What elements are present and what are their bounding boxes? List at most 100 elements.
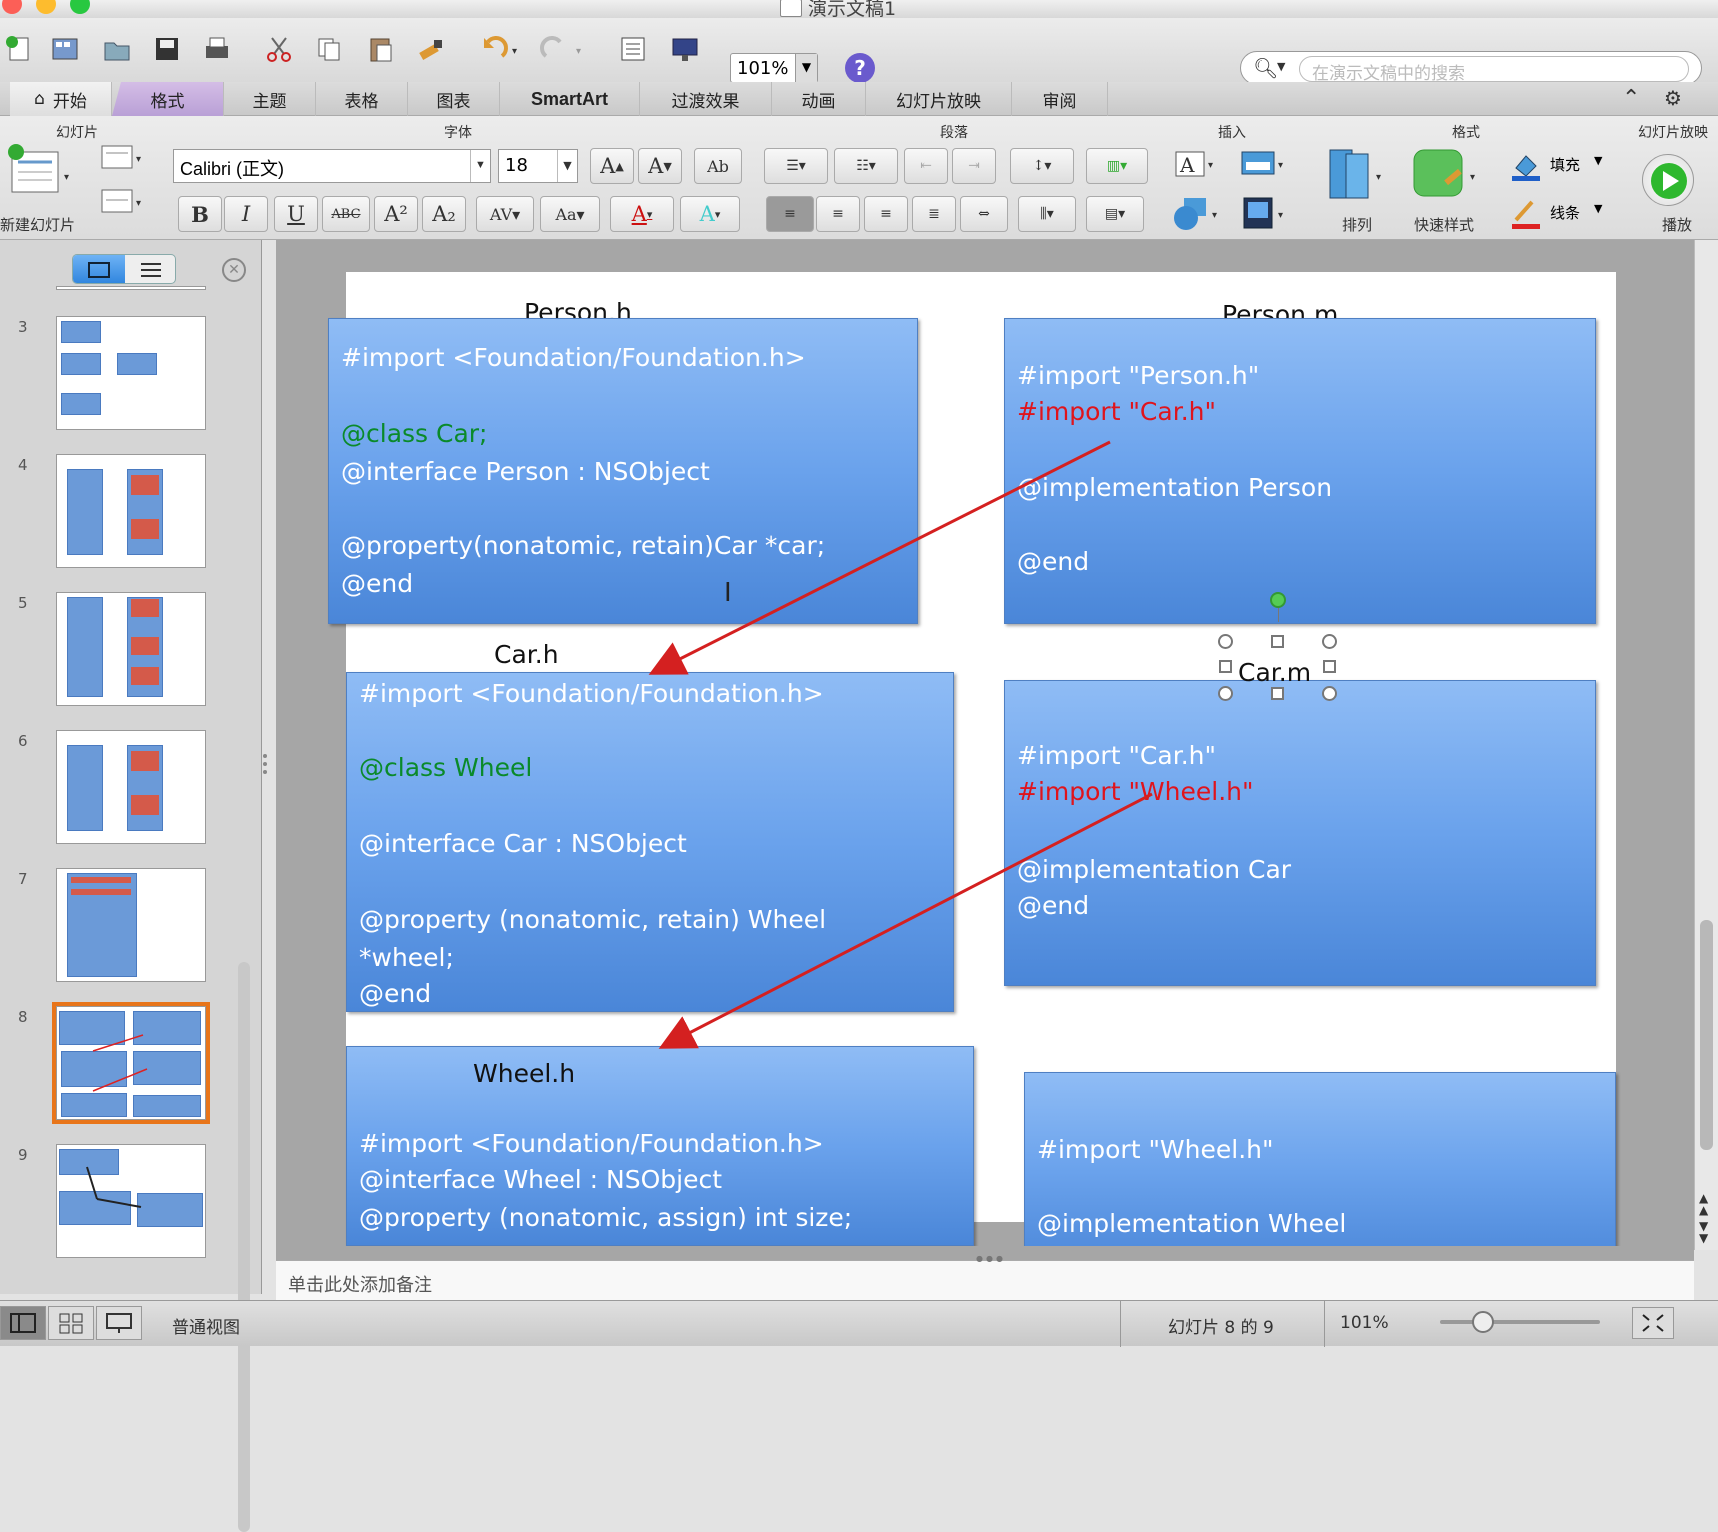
car-m-title[interactable]: Car.m [1238, 658, 1311, 687]
minimize-window-button[interactable] [36, 0, 56, 14]
increase-font-size-button[interactable]: A ▲ [590, 148, 634, 184]
slide-thumbnail-9[interactable] [56, 1144, 206, 1258]
slide-thumbnail-4[interactable] [56, 454, 206, 568]
zoom-slider[interactable] [1440, 1320, 1600, 1324]
resize-handle[interactable] [1218, 686, 1233, 701]
prev-slide-icon[interactable]: ▲ ▲ [1699, 1192, 1708, 1216]
slide-show-icon[interactable] [668, 32, 702, 66]
arrange-icon[interactable]: ▾ [1320, 146, 1392, 206]
align-left-button[interactable]: ≡ [766, 196, 814, 232]
editor-scrollbar[interactable]: ▲ ▲ ▼ ▼ [1694, 240, 1718, 1250]
gear-icon[interactable]: ⚙ [1664, 86, 1682, 110]
resize-handle[interactable] [1271, 687, 1284, 700]
search-input[interactable]: 在演示文稿中的搜索 [1299, 56, 1689, 84]
subscript-button[interactable]: A₂ [422, 196, 466, 232]
slide-sorter-icon[interactable] [48, 1306, 94, 1340]
person-h-box[interactable]: #import <Foundation/Foundation.h> @class… [328, 318, 918, 624]
resize-handle[interactable] [1323, 660, 1336, 673]
shapes-icon[interactable]: ▾ [1172, 194, 1226, 234]
wheel-h-title[interactable]: Wheel.h [473, 1059, 575, 1088]
tab-tables[interactable]: 表格 [316, 82, 408, 116]
tab-format[interactable]: 格式 [112, 82, 224, 116]
collapse-ribbon-icon[interactable]: ⌃ [1622, 86, 1640, 111]
font-size-select[interactable]: 18 ▼ [498, 149, 578, 183]
slide-canvas[interactable]: Person.h #import <Foundation/Foundation.… [328, 272, 1616, 1272]
copy-icon[interactable] [312, 32, 346, 66]
line-spacing-button[interactable]: ↕▾ [1010, 148, 1074, 184]
close-window-button[interactable] [2, 0, 22, 14]
text-direction-button[interactable]: ⫼▾ [1018, 196, 1076, 232]
close-icon[interactable]: ✕ [222, 258, 246, 282]
slide-thumbnail-8[interactable] [52, 1002, 210, 1124]
cut-icon[interactable] [262, 32, 296, 66]
save-icon[interactable] [150, 32, 184, 66]
notes-pane[interactable]: 单击此处添加备注 [276, 1260, 1694, 1300]
underline-button[interactable]: U [274, 196, 318, 232]
panel-view-toggle[interactable] [72, 254, 176, 284]
resize-handle[interactable] [1219, 660, 1232, 673]
slide-thumbnail-7[interactable] [56, 868, 206, 982]
decrease-font-size-button[interactable]: A ▼ [638, 148, 682, 184]
strikethrough-button[interactable]: ABC [322, 196, 370, 232]
tab-transitions[interactable]: 过渡效果 [640, 82, 772, 116]
play-icon[interactable] [1642, 154, 1694, 206]
resize-handle[interactable] [1218, 634, 1233, 649]
normal-view-icon[interactable] [0, 1306, 46, 1340]
fill-button[interactable]: 填充 ▼ [1508, 148, 1608, 184]
new-slide-button[interactable]: ▾ [6, 142, 76, 202]
tab-review[interactable]: 审阅 [1012, 82, 1108, 116]
car-h-title[interactable]: Car.h [494, 640, 559, 669]
change-case-button[interactable]: Aa▾ [540, 196, 600, 232]
picture-icon[interactable]: ▾ [1238, 146, 1292, 182]
text-box-icon[interactable]: A ▾ [1172, 146, 1222, 182]
clear-format-icon[interactable]: Ab [694, 148, 742, 184]
resize-handle[interactable] [1322, 634, 1337, 649]
help-icon[interactable]: ? [845, 53, 875, 83]
decrease-indent-button[interactable]: ⇤ [904, 148, 948, 184]
superscript-button[interactable]: A² [374, 196, 418, 232]
zoom-window-button[interactable] [70, 0, 90, 14]
search-icon[interactable]: 🔍︎ [1253, 56, 1278, 80]
new-document-icon[interactable] [2, 32, 36, 66]
person-m-box[interactable]: #import "Person.h" #import "Car.h" @impl… [1004, 318, 1596, 624]
fit-to-window-icon[interactable] [1632, 1307, 1674, 1339]
template-gallery-icon[interactable] [48, 32, 82, 66]
search-options-icon[interactable]: ▼ [1277, 60, 1285, 73]
slides-view-icon[interactable] [73, 255, 125, 283]
resize-handle[interactable] [1322, 686, 1337, 701]
open-folder-icon[interactable] [100, 32, 134, 66]
zoom-slider-knob[interactable] [1472, 1311, 1494, 1333]
tab-themes[interactable]: 主题 [224, 82, 316, 116]
slide-thumbnail-5[interactable] [56, 592, 206, 706]
outline-view-icon[interactable] [125, 255, 175, 283]
panel-scrollbar[interactable] [238, 962, 250, 1532]
tab-smartart[interactable]: SmartArt [500, 82, 640, 116]
slide-thumbnail-3[interactable] [56, 316, 206, 430]
bullets-button[interactable]: ☰▾ [764, 148, 828, 184]
presenter-view-icon[interactable] [96, 1306, 142, 1340]
notes-splitter[interactable]: ●●● [976, 1254, 1016, 1263]
zoom-select[interactable]: 101% ▼ [730, 53, 818, 83]
rotate-handle[interactable] [1270, 592, 1286, 608]
font-name-select[interactable]: Calibri (正文) ▼ [173, 149, 491, 183]
wheel-m-box[interactable]: #import "Wheel.h" @implementation Wheel [1024, 1072, 1616, 1272]
layout-button[interactable]: ▾ [98, 142, 148, 174]
slide-layout-icon[interactable] [616, 32, 650, 66]
wheel-h-box[interactable]: Wheel.h #import <Foundation/Foundation.h… [346, 1046, 974, 1246]
numbering-button[interactable]: ☷▾ [834, 148, 898, 184]
chevron-down-icon[interactable]: ▼ [470, 150, 490, 182]
line-button[interactable]: 线条 ▼ [1508, 196, 1608, 232]
search-box[interactable]: 🔍︎ ▼ 在演示文稿中的搜索 [1240, 51, 1702, 85]
redo-icon[interactable]: ▾ [538, 32, 588, 66]
justify-button[interactable]: ≣ [912, 196, 956, 232]
distributed-button[interactable]: ⇔ [960, 196, 1008, 232]
quick-styles-icon[interactable]: ▾ [1408, 146, 1486, 206]
italic-button[interactable]: I [224, 196, 268, 232]
section-button[interactable]: ▾ [98, 186, 148, 218]
text-effects-button[interactable]: A ▾ [680, 196, 740, 232]
align-center-button[interactable]: ≡ [816, 196, 860, 232]
slide-thumbnail-6[interactable] [56, 730, 206, 844]
tab-animations[interactable]: 动画 [772, 82, 866, 116]
next-slide-icon[interactable]: ▼ ▼ [1699, 1220, 1708, 1244]
font-color-button[interactable]: A ▾ [610, 196, 674, 232]
